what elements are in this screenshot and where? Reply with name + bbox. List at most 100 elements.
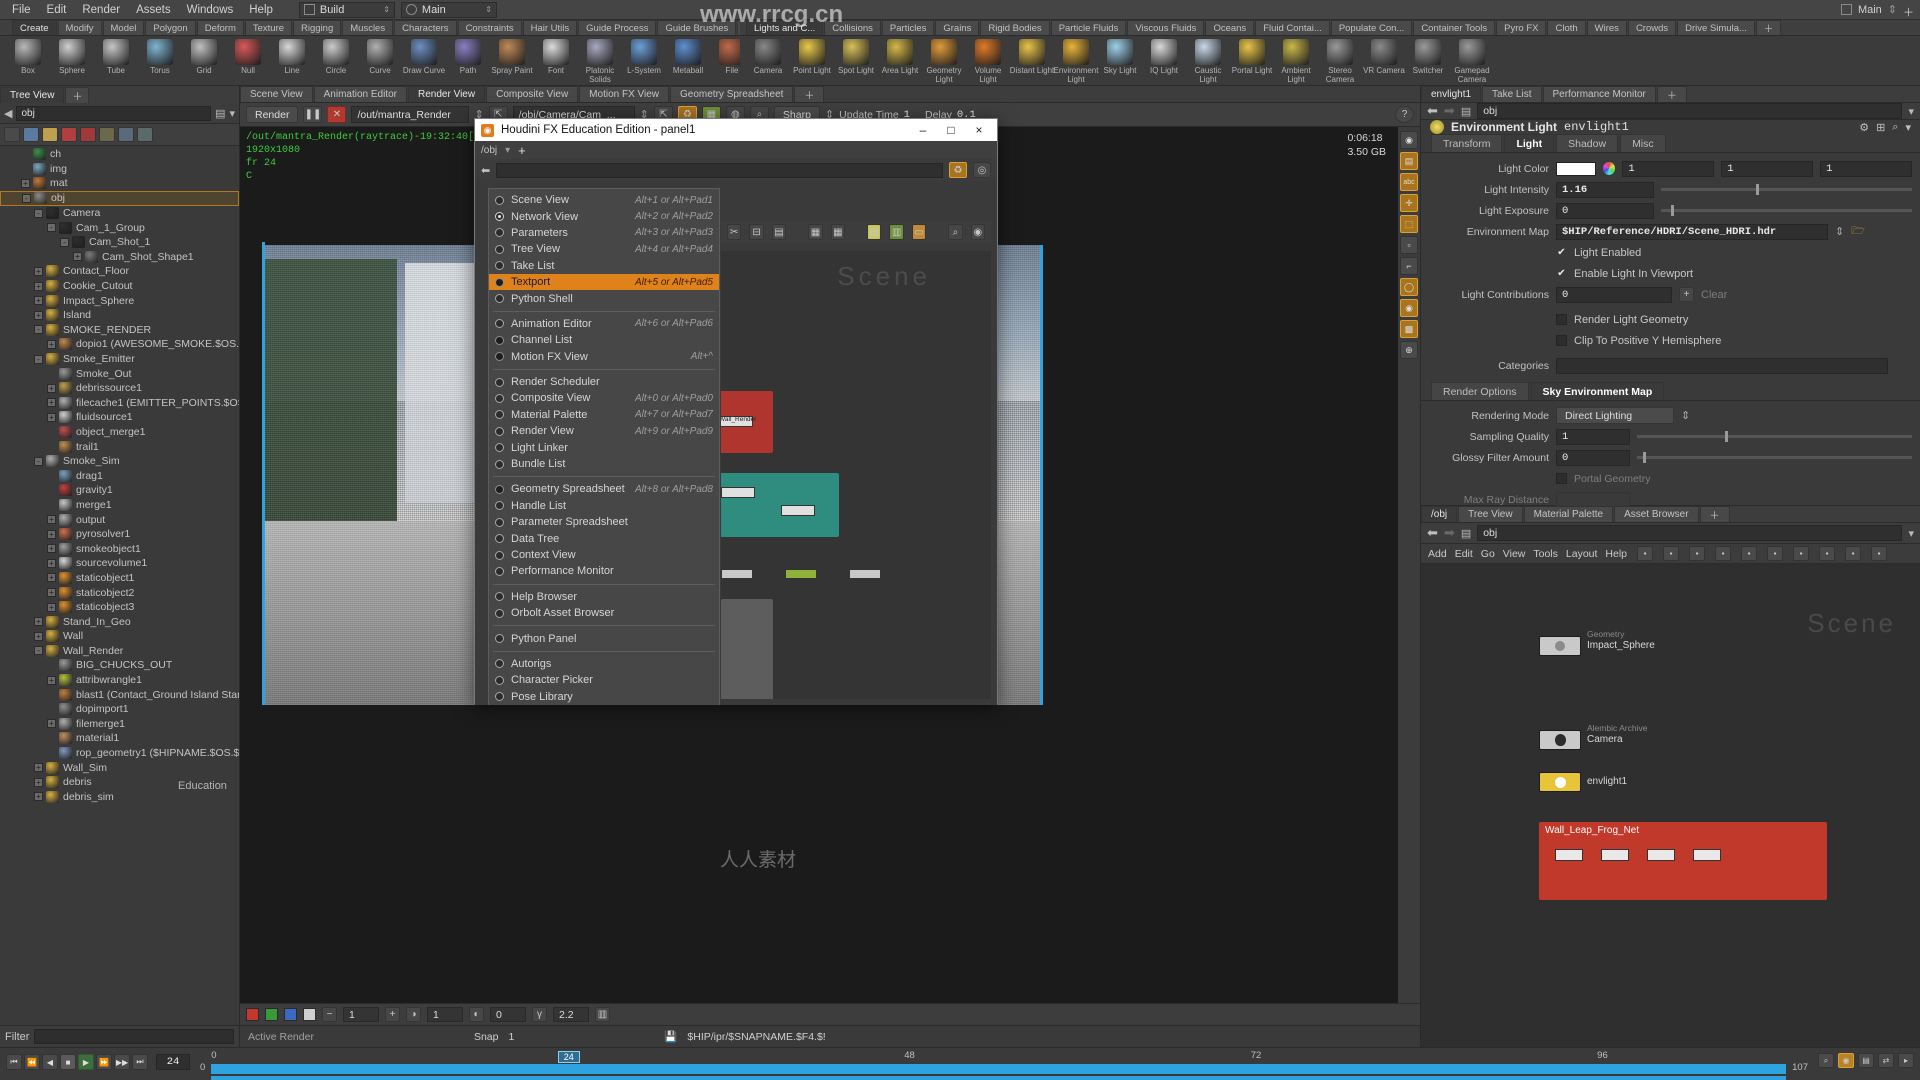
dialog-search-icon[interactable]: ⌕ (948, 224, 963, 240)
expand-icon[interactable]: + (47, 719, 56, 729)
key-scope-icon[interactable]: ▤ (1858, 1053, 1874, 1068)
tree-item-staticobject1[interactable]: + staticobject1 (0, 571, 239, 586)
shelf-item-area-light[interactable]: Area Light (878, 38, 922, 75)
dialog-node-debris-sim[interactable] (721, 473, 839, 537)
tree-item-blast1-contact-ground-island-stan[interactable]: blast1 (Contact_Ground Island Stan (0, 687, 239, 702)
contrast-icon[interactable]: ◑ (406, 1007, 421, 1022)
menu-item-geometry-spreadsheet[interactable]: Geometry Spreadsheet Alt+8 or Alt+Pad8 (489, 481, 719, 497)
tree-item-merge1[interactable]: merge1 (0, 498, 239, 513)
radio-icon[interactable] (495, 443, 504, 453)
network-menu-go[interactable]: Go (1481, 548, 1495, 560)
tab-material-palette[interactable]: Material Palette (1523, 506, 1614, 522)
region-tool-icon[interactable]: ▩ (1400, 320, 1418, 338)
tab-motion-fx-view[interactable]: Motion FX View (579, 86, 670, 102)
network-image-icon[interactable]: ▪ (1793, 546, 1810, 561)
menu-item-material-palette[interactable]: Material Palette Alt+7 or Alt+Pad7 (489, 407, 719, 423)
group-child-node-2[interactable] (1601, 849, 1629, 861)
light-intensity-field[interactable]: 1.16 (1556, 181, 1654, 198)
play-button[interactable]: ▶ (78, 1054, 94, 1070)
shelf-tab-rigging[interactable]: Rigging (293, 20, 342, 35)
glossy-filter-field[interactable]: 0 (1556, 449, 1630, 466)
shelf-item-sphere[interactable]: Sphere (50, 38, 94, 75)
network-back-icon[interactable]: ⬅ (1427, 525, 1438, 541)
shelf-item-file[interactable]: File (710, 38, 740, 75)
gamma-field[interactable]: 2.2 (553, 1007, 589, 1022)
shelf-tab-rigid-bodies[interactable]: Rigid Bodies (980, 20, 1050, 35)
dialog-node-group-grey[interactable] (721, 599, 773, 699)
render-light-geometry-checkbox[interactable] (1556, 314, 1567, 325)
tree-item-debrissource1[interactable]: + debrissource1 (0, 381, 239, 396)
menu-item-bundle-list[interactable]: Bundle List (489, 456, 719, 472)
radio-icon[interactable] (495, 592, 504, 602)
network-tree-icon[interactable]: ▪ (1663, 546, 1680, 561)
shelf-tab-modify[interactable]: Modify (57, 20, 102, 35)
swatch-green[interactable] (265, 1008, 278, 1021)
sampling-quality-slider[interactable] (1637, 431, 1912, 442)
tree-item-island[interactable]: + Island (0, 308, 239, 323)
back-icon[interactable]: ◀ (4, 107, 12, 120)
shelf-tab-muscles[interactable]: Muscles (342, 20, 394, 35)
expand-icon[interactable]: + (34, 281, 43, 291)
shelf-item-vr-camera[interactable]: VR Camera (1362, 38, 1406, 75)
shelf-item-portal-light[interactable]: Portal Light (1230, 38, 1274, 75)
rendering-mode-chevron-icon[interactable]: ⇕ (1681, 409, 1690, 422)
ruler-icon[interactable]: ⌐ (1400, 257, 1418, 275)
collapse-icon[interactable]: - (22, 193, 31, 203)
radio-icon[interactable] (495, 228, 504, 238)
shelf-item-environment-light[interactable]: Environment Light (1054, 38, 1098, 84)
param-tab-light[interactable]: Light (1504, 134, 1555, 152)
shelf-item-draw-curve[interactable]: Draw Curve (402, 38, 446, 75)
timeline-track[interactable]: 24 (211, 1051, 1787, 1074)
radio-icon[interactable] (495, 501, 504, 511)
autokey-icon[interactable]: ◉ (1838, 1053, 1854, 1068)
collapse-icon[interactable]: - (34, 354, 43, 364)
dialog-tools-icon[interactable]: ✂ (727, 224, 742, 240)
menu-item-python-shell[interactable]: Python Shell (489, 290, 719, 306)
tree-pen-icon[interactable] (61, 127, 77, 142)
zoom-in-icon[interactable]: ⊕ (1400, 341, 1418, 359)
dialog-node-smoke-sim[interactable] (785, 569, 817, 579)
network-note-icon[interactable]: ▪ (1767, 546, 1784, 561)
crop-region-icon[interactable]: ⬚ (1400, 215, 1418, 233)
dialog-net-back-icon[interactable]: ⬅ (481, 164, 490, 177)
network-table-icon[interactable]: ▪ (1741, 546, 1758, 561)
tree-item-debris[interactable]: + debris (0, 775, 239, 790)
histogram-param-icon[interactable]: ⊞ (1876, 121, 1885, 134)
shelf-tab-oceans[interactable]: Oceans (1205, 20, 1255, 35)
radio-icon[interactable] (495, 634, 504, 644)
menu-item-textport[interactable]: Textport Alt+5 or Alt+Pad5 (489, 273, 719, 291)
network-search-icon[interactable]: ▪ (1845, 546, 1862, 561)
expand-icon[interactable]: + (34, 266, 43, 276)
shelf-tab-crowds[interactable]: Crowds (1627, 20, 1677, 35)
sphere-tool-icon[interactable]: ◉ (1400, 299, 1418, 317)
tree-item-output[interactable]: + output (0, 512, 239, 527)
shelf-tab-collisions[interactable]: Collisions (824, 20, 881, 35)
tree-item-cam-1-group[interactable]: - Cam_1_Group (0, 220, 239, 235)
tree-item-smoke-render[interactable]: - SMOKE_RENDER (0, 323, 239, 338)
move-icon[interactable]: ✛ (1400, 194, 1418, 212)
shelf-item-switcher[interactable]: Switcher (1406, 38, 1450, 75)
tree-item-smoke-sim[interactable]: - Smoke_Sim (0, 454, 239, 469)
menu-item-render-view[interactable]: Render View Alt+9 or Alt+Pad9 (489, 423, 719, 439)
shelf-tab-texture[interactable]: Texture (244, 20, 293, 35)
network-node-impact-sphere[interactable]: Geometry Impact_Sphere (1539, 629, 1655, 656)
shelf-item-spot-light[interactable]: Spot Light (834, 38, 878, 75)
radio-icon[interactable] (495, 550, 504, 560)
shelf-tab-drive-simula[interactable]: Drive Simula... (1677, 20, 1755, 35)
shelf-item-grid[interactable]: Grid (182, 38, 226, 75)
tree-item-smoke-out[interactable]: Smoke_Out (0, 366, 239, 381)
shelf-item-distant-light[interactable]: Distant Light (1010, 38, 1054, 75)
exposure-field[interactable]: 0 (490, 1007, 526, 1022)
expand-icon[interactable]: + (47, 602, 56, 612)
menu-item-parameter-spreadsheet[interactable]: Parameter Spreadsheet (489, 514, 719, 530)
swatch-blue[interactable] (284, 1008, 297, 1021)
param-back-icon[interactable]: ⬅ (1427, 103, 1438, 119)
add-desktop-icon[interactable]: ＋ (1903, 4, 1914, 19)
step-fwd-key-button[interactable]: ▶▶ (114, 1054, 130, 1070)
gear-icon[interactable]: ⚙ (1859, 121, 1869, 134)
dialog-grid-icon[interactable]: ▦ (808, 224, 823, 240)
menu-item-context-view[interactable]: Context View (489, 547, 719, 563)
collapse-icon[interactable]: - (34, 325, 43, 335)
shelf-item-platonic-solids[interactable]: Platonic Solids (578, 38, 622, 84)
light-exposure-slider[interactable] (1661, 205, 1912, 216)
